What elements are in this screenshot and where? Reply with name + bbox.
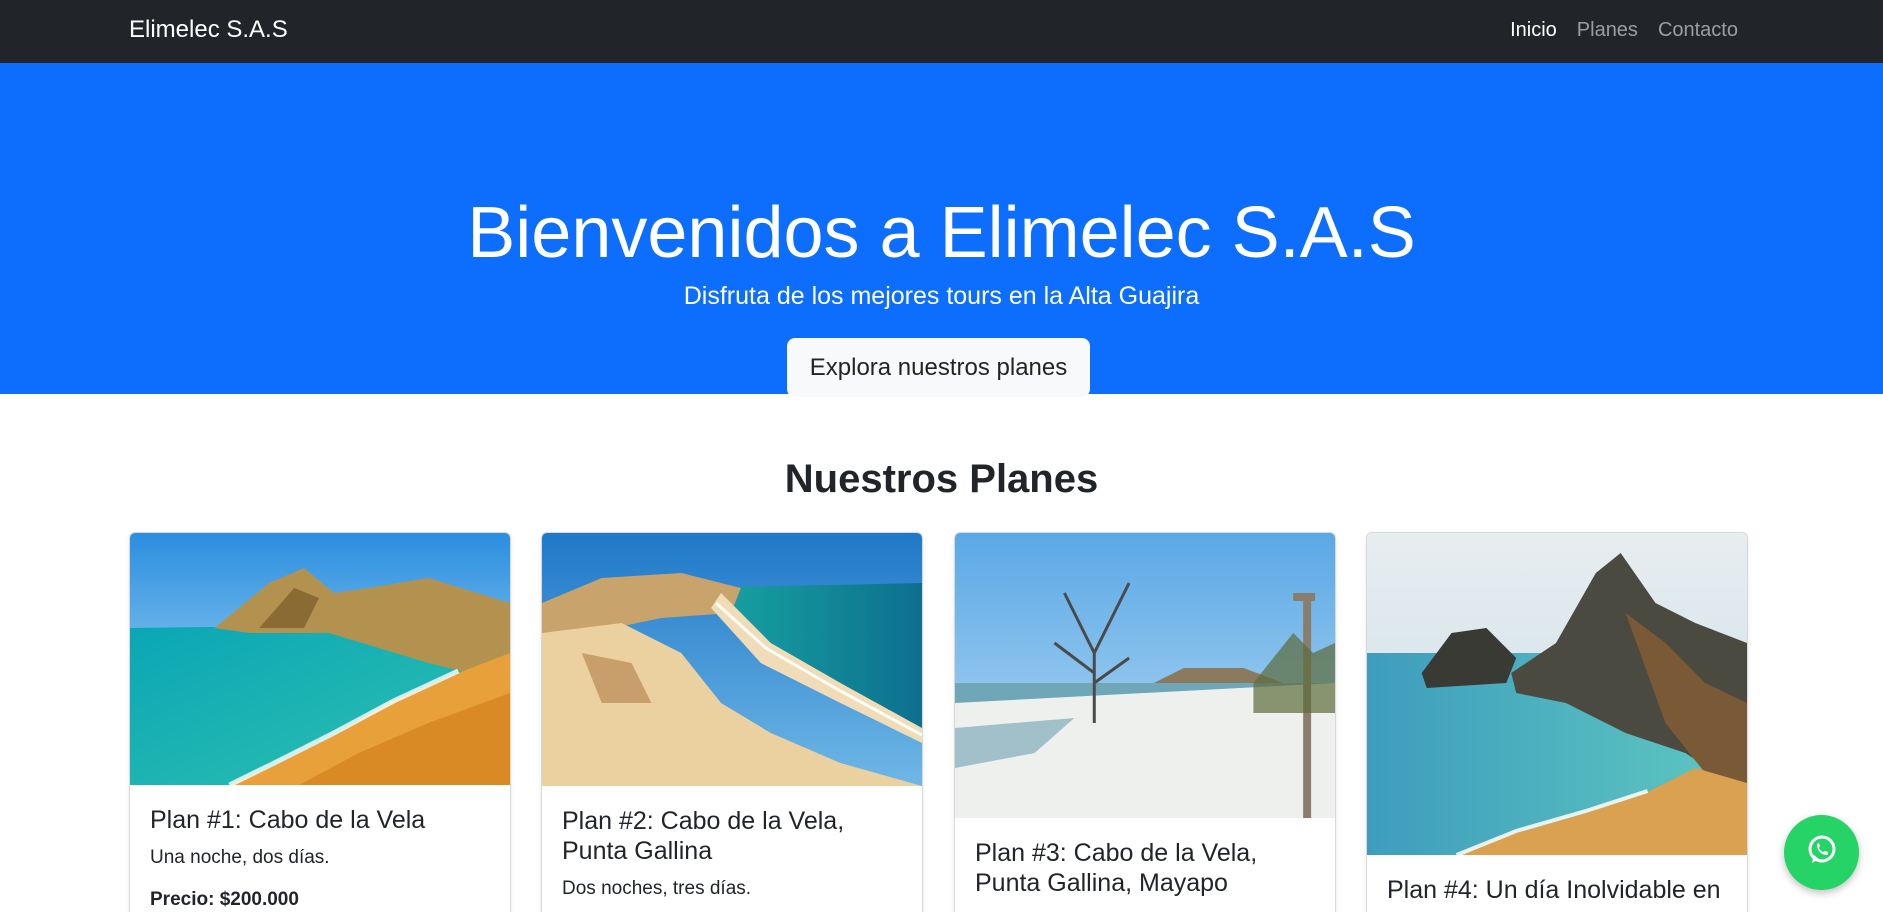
hero-title: Bienvenidos a Elimelec S.A.S: [467, 193, 1416, 273]
nav-links: Inicio Planes Contacto: [1510, 0, 1738, 60]
plan-2-image: [542, 533, 922, 786]
plan-1-title: Plan #1: Cabo de la Vela: [150, 806, 426, 834]
brand-link[interactable]: Elimelec S.A.S: [129, 0, 288, 60]
hero-section: Bienvenidos a Elimelec S.A.S Disfruta de…: [0, 63, 1883, 397]
plan-4-body: Plan #4: Un día Inolvidable en: [1367, 855, 1747, 912]
nav-link-planes[interactable]: Planes: [1577, 0, 1638, 60]
plan-card-2[interactable]: Plan #2: Cabo de la Vela, Punta Gallina …: [541, 532, 923, 912]
plan-card-4[interactable]: Plan #4: Un día Inolvidable en: [1366, 532, 1748, 912]
plan-3-image: [955, 533, 1335, 818]
plan-card-3[interactable]: Plan #3: Cabo de la Vela, Punta Gallina,…: [954, 532, 1336, 912]
plan-1-price: Precio: $200.000: [150, 889, 299, 910]
plan-4-title: Plan #4: Un día Inolvidable en: [1387, 876, 1721, 904]
plan-3-title: Plan #3: Cabo de la Vela, Punta Gallina,…: [975, 839, 1258, 897]
plan-2-description: Dos noches, tres días.: [562, 878, 752, 899]
hero-subtitle: Disfruta de los mejores tours en la Alta…: [683, 282, 1200, 310]
plan-1-image: [130, 533, 510, 785]
plan-1-body: Plan #1: Cabo de la Vela Una noche, dos …: [130, 785, 510, 912]
plan-4-image: [1367, 533, 1747, 855]
explore-plans-button[interactable]: Explora nuestros planes: [787, 338, 1090, 397]
navbar: Elimelec S.A.S Inicio Planes Contacto: [0, 0, 1883, 63]
plan-1-description: Una noche, dos días.: [150, 847, 330, 868]
plan-3-body: Plan #3: Cabo de la Vela, Punta Gallina,…: [955, 818, 1335, 912]
whatsapp-icon: [1805, 833, 1839, 872]
plan-2-title: Plan #2: Cabo de la Vela, Punta Gallina: [562, 807, 845, 865]
whatsapp-button[interactable]: [1784, 815, 1859, 890]
plan-card-1[interactable]: Plan #1: Cabo de la Vela Una noche, dos …: [129, 532, 511, 912]
nav-link-contacto[interactable]: Contacto: [1658, 0, 1738, 60]
nav-link-inicio[interactable]: Inicio: [1510, 0, 1557, 60]
plan-2-body: Plan #2: Cabo de la Vela, Punta Gallina …: [542, 786, 922, 912]
plans-section-title: Nuestros Planes: [784, 457, 1099, 501]
